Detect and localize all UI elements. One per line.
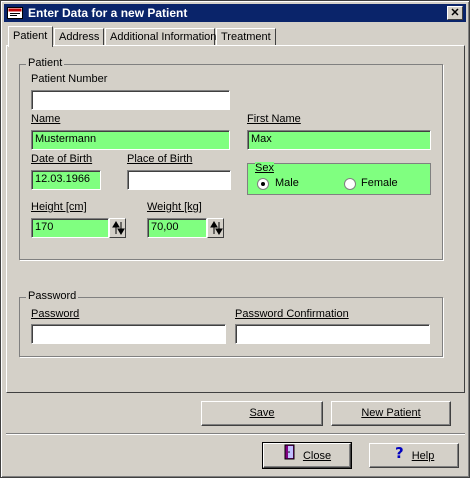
radio-selected-dot	[261, 182, 265, 186]
tab-patient[interactable]: Patient	[8, 26, 53, 47]
new-patient-button[interactable]: New Patient	[331, 401, 451, 426]
close-button[interactable]: Close	[262, 442, 352, 469]
password-field[interactable]	[31, 324, 226, 344]
first-name-label: First Name	[247, 113, 301, 125]
window-title: Enter Data for a new Patient	[28, 6, 188, 20]
sex-male-label[interactable]: Male	[275, 177, 299, 189]
weight-spin-button[interactable]	[207, 218, 224, 238]
password-label: Password	[31, 308, 80, 320]
height-field[interactable]: 170	[31, 218, 109, 238]
patient-tab-panel: Patient Patient Number Name Mustermann F…	[6, 45, 465, 393]
close-button-label: Close	[302, 449, 332, 462]
tab-additional-information[interactable]: Additional Information	[105, 28, 216, 45]
weight-field[interactable]: 70,00	[147, 218, 207, 238]
window-close-button[interactable]: ✕	[447, 6, 463, 20]
question-mark-icon: ?	[394, 444, 406, 468]
password-confirmation-field[interactable]	[235, 324, 430, 344]
door-exit-icon	[283, 444, 297, 468]
sex-female-label[interactable]: Female	[361, 177, 398, 189]
up-down-arrows-icon	[112, 221, 125, 235]
sex-male-radio[interactable]	[257, 178, 269, 190]
date-of-birth-field[interactable]: 12.03.1966	[31, 170, 101, 190]
first-name-field[interactable]: Max	[247, 130, 431, 150]
dialog-window: Enter Data for a new Patient ✕ Patient A…	[0, 0, 470, 478]
svg-text:?: ?	[395, 444, 404, 460]
weight-label: Weight [kg]	[147, 201, 202, 213]
sex-label: Sex	[255, 162, 274, 174]
patient-number-field[interactable]	[31, 90, 230, 110]
patient-number-label: Patient Number	[31, 73, 108, 85]
height-spin-button[interactable]	[109, 218, 126, 238]
title-bar[interactable]: Enter Data for a new Patient ✕	[4, 4, 466, 22]
place-of-birth-field[interactable]	[127, 170, 231, 190]
save-button[interactable]: Save	[201, 401, 323, 426]
patient-group-title: Patient	[26, 57, 65, 69]
patient-card-icon	[7, 6, 23, 20]
footer-separator	[6, 433, 465, 435]
date-of-birth-label: Date of Birth	[31, 153, 93, 165]
help-button[interactable]: ? Help	[369, 443, 459, 468]
sex-radio-group: Sex Male Female	[247, 162, 431, 195]
place-of-birth-label: Place of Birth	[127, 153, 193, 165]
name-label: Name	[31, 113, 61, 125]
name-field[interactable]: Mustermann	[31, 130, 230, 150]
help-button-label: Help	[411, 449, 435, 462]
height-label: Height [cm]	[31, 201, 87, 213]
sex-female-radio[interactable]	[344, 178, 356, 190]
up-down-arrows-icon	[210, 221, 223, 235]
tab-treatment[interactable]: Treatment	[216, 28, 276, 45]
tab-address[interactable]: Address	[54, 28, 104, 45]
password-group-title: Password	[26, 290, 79, 302]
password-confirmation-label: Password Confirmation	[235, 308, 349, 320]
